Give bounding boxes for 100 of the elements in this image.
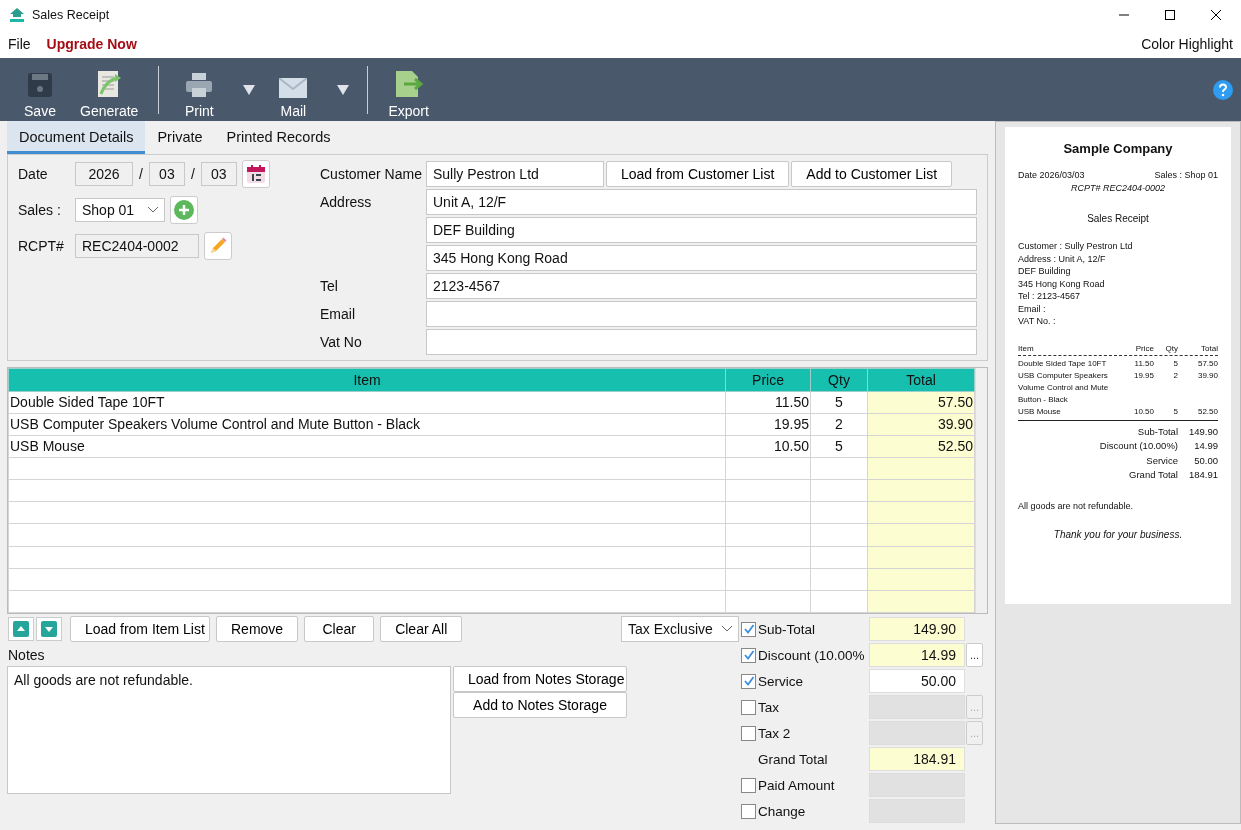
- calendar-icon: [245, 163, 266, 184]
- table-cell[interactable]: 5: [810, 435, 868, 458]
- receipt-column-header: Item: [1018, 342, 1035, 355]
- table-cell[interactable]: 10.50: [725, 435, 811, 458]
- date-field[interactable]: 2026: [75, 161, 133, 186]
- text-field[interactable]: Unit A, 12/F: [426, 188, 977, 215]
- chevron-down-icon: [722, 626, 732, 632]
- checkbox[interactable]: [741, 673, 756, 689]
- receipt-title: Sales Receipt: [1086, 213, 1150, 224]
- more-button[interactable]: ...: [966, 643, 983, 667]
- field-label: Date: [18, 165, 49, 182]
- dropdown-arrow-icon[interactable]: [337, 84, 350, 95]
- total-label: Change: [758, 803, 807, 819]
- column-header[interactable]: Qty: [810, 368, 868, 391]
- notes-storage-button[interactable]: Add to Notes Storage: [453, 692, 627, 718]
- move-down-button[interactable]: [36, 617, 62, 641]
- receipt-text: 14.99: [1193, 439, 1218, 453]
- tax-mode-dropdown[interactable]: Tax Exclusive: [621, 616, 739, 642]
- table-cell[interactable]: 19.95: [725, 413, 811, 436]
- toolbar-button[interactable]: Save: [10, 60, 70, 119]
- document-arrow-icon: [96, 69, 123, 98]
- total-label: Tax 2: [758, 725, 792, 741]
- receipt-cell-text: 5: [1172, 357, 1178, 370]
- receipt-number-field[interactable]: REC2404-0002: [75, 233, 199, 258]
- tab[interactable]: Printed Records: [214, 121, 343, 154]
- arrow-up-icon: [13, 621, 29, 637]
- receipt-text: Date 2026/03/03: [1018, 170, 1085, 180]
- text-field[interactable]: [426, 328, 977, 355]
- arrow-down-icon: [41, 621, 57, 637]
- receipt-cell-text: USB Computer Speakers Volume Control and Mute Button - Black: [1018, 369, 1110, 406]
- item-button[interactable]: Clear All: [380, 616, 463, 642]
- column-header[interactable]: Item: [8, 368, 726, 391]
- receipt-cell-text: 2: [1172, 369, 1178, 382]
- toolbar-button[interactable]: Generate: [70, 60, 149, 119]
- receipt-text: 149.90: [1188, 424, 1218, 439]
- menu-item[interactable]: Upgrade Now: [46, 36, 137, 52]
- printer-icon: [185, 71, 214, 98]
- edit-button[interactable]: [204, 231, 232, 260]
- tab[interactable]: Private: [145, 121, 215, 154]
- table-cell[interactable]: 11.50: [725, 391, 811, 414]
- amount-field[interactable]: 184.91: [869, 747, 965, 771]
- table-cell[interactable]: 2: [810, 413, 868, 436]
- item-button[interactable]: Remove: [216, 616, 299, 642]
- amount-field[interactable]: 149.90: [869, 617, 965, 641]
- column-header[interactable]: Total: [867, 368, 975, 391]
- customer-name-field[interactable]: Sully Pestron Ltd: [426, 160, 604, 187]
- date-field[interactable]: 03: [200, 161, 237, 186]
- field-label: Customer Name: [320, 165, 423, 182]
- item-button[interactable]: Clear: [304, 616, 375, 642]
- toolbar-button[interactable]: Print: [169, 60, 230, 119]
- receipt-cell-text: 52.50: [1196, 405, 1218, 418]
- checkbox[interactable]: [741, 647, 756, 663]
- text-field[interactable]: 345 Hong Kong Road: [426, 244, 977, 271]
- column-header[interactable]: Price: [725, 368, 811, 391]
- calendar-button[interactable]: [241, 159, 270, 188]
- receipt-text: Service: [1146, 453, 1178, 468]
- text-field[interactable]: DEF Building: [426, 216, 977, 243]
- toolbar-button[interactable]: Mail: [263, 60, 324, 119]
- company-name: Sample Company: [1062, 141, 1174, 156]
- item-button[interactable]: Load from Item List: [70, 616, 210, 642]
- plus-icon: [174, 199, 194, 220]
- file-export-icon: [393, 69, 424, 98]
- receipt-column-header: Price: [1134, 342, 1154, 355]
- receipt-text: Customer : Sully Pestron Ltd: [1018, 240, 1134, 253]
- field-label: Tel: [320, 277, 339, 294]
- receipt-text: All goods are not refundable.: [1018, 500, 1135, 511]
- menu-item[interactable]: Color Highlight: [1141, 36, 1233, 52]
- customer-list-button[interactable]: Add to Customer List: [791, 160, 953, 187]
- text-field[interactable]: 2123-4567: [426, 272, 977, 299]
- notes-field[interactable]: All goods are not refundable.: [7, 666, 451, 794]
- tab[interactable]: Document Details: [7, 121, 146, 154]
- close-icon[interactable]: [1211, 10, 1221, 20]
- pencil-icon: [208, 235, 228, 256]
- dropdown-arrow-icon[interactable]: [243, 84, 256, 95]
- field-label: Sales :: [18, 201, 62, 218]
- menu-item[interactable]: File: [8, 36, 31, 52]
- table-cell[interactable]: USB Mouse: [8, 435, 726, 458]
- receipt-text: Address : Unit A, 12/F: [1018, 252, 1107, 265]
- move-up-button[interactable]: [8, 617, 34, 641]
- text-field[interactable]: [426, 300, 977, 327]
- table-cell[interactable]: Double Sided Tape 10FT: [8, 391, 726, 414]
- table-cell[interactable]: USB Computer Speakers Volume Control and Mute Button - Black: [8, 413, 726, 436]
- receipt-text: 50.00: [1193, 453, 1218, 468]
- sales-dropdown[interactable]: Shop 01: [75, 197, 165, 222]
- customer-list-button[interactable]: Load from Customer List: [606, 160, 790, 187]
- help-icon[interactable]: [1213, 79, 1233, 100]
- receipt-cell-text: 19.95: [1132, 369, 1154, 382]
- amount-field[interactable]: 50.00: [869, 669, 965, 693]
- amount-field[interactable]: 14.99: [869, 643, 965, 667]
- checkbox[interactable]: [741, 621, 756, 637]
- maximize-icon[interactable]: [1165, 10, 1175, 20]
- date-field[interactable]: 03: [148, 161, 185, 186]
- receipt-text: 345 Hong Kong Road: [1018, 277, 1106, 290]
- table-cell[interactable]: 5: [810, 391, 868, 414]
- total-label: Grand Total: [758, 751, 829, 767]
- notes-storage-button[interactable]: Load from Notes Storage: [453, 666, 627, 692]
- add-button[interactable]: [170, 195, 198, 224]
- field-label: Address: [320, 193, 373, 210]
- toolbar-button[interactable]: Export: [378, 60, 439, 119]
- receipt-cell-text: 11.50: [1133, 357, 1154, 370]
